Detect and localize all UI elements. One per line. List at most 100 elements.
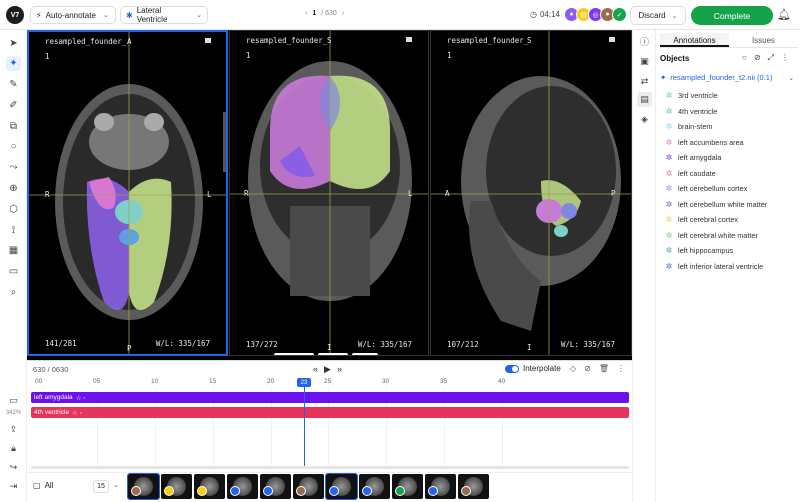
thumbnail[interactable] <box>458 474 489 499</box>
axial-pane[interactable]: resampled_founder_ 1 A P R L 141/281 W/L… <box>27 30 228 356</box>
auto-annotate-label: Auto-annotate <box>45 10 96 20</box>
list-item[interactable]: ✲ 3rd ventricle <box>664 88 798 104</box>
pen-icon[interactable]: ✎ <box>6 77 21 92</box>
list-item[interactable]: ✲ 4th ventricle <box>664 104 798 120</box>
class-icon: ✲ <box>665 230 673 240</box>
list-item[interactable]: ✲ left caudate <box>664 166 798 182</box>
orientation-right: L <box>207 190 212 199</box>
tab-issues[interactable]: Issues <box>729 33 798 47</box>
pane-menu-icon[interactable] <box>406 37 412 42</box>
thumbnail[interactable] <box>293 474 324 499</box>
list-item[interactable]: ✲ left amygdala <box>664 150 798 166</box>
cuboid-icon[interactable]: ⬡ <box>6 202 21 217</box>
thumbnail[interactable] <box>194 474 225 499</box>
brush-icon[interactable]: ✐ <box>6 98 21 113</box>
discard-button[interactable]: Discard ⌄ <box>630 6 686 25</box>
layers-panel-icon[interactable]: ▤ <box>637 92 652 107</box>
list-item[interactable]: ✲ left cerebral cortex <box>664 212 798 228</box>
file-node[interactable]: ✦ resampled_founder_t2.nii (0.1) ⌄ <box>660 73 794 82</box>
circle-icon[interactable]: ○ <box>742 53 747 63</box>
table-icon[interactable]: ▦ <box>6 243 21 258</box>
hide-icon[interactable]: ⊘ <box>754 53 761 63</box>
thumbnail[interactable] <box>359 474 390 499</box>
list-item[interactable]: ✲ left cerebral white matter <box>664 228 798 244</box>
keypoint-icon[interactable]: ⊕ <box>6 181 21 196</box>
filter-all[interactable]: ▢ All <box>33 481 53 490</box>
lock-icon[interactable]: 🔒︎ <box>0 443 27 454</box>
line-icon[interactable]: ⤳ <box>6 160 21 175</box>
item-count[interactable]: 15 <box>93 480 109 493</box>
list-item[interactable]: ✲ left hippocampus <box>664 243 798 259</box>
skeleton-icon[interactable]: ⟟ <box>6 223 21 238</box>
auto-annotate-dropdown[interactable]: ⚡ Auto-annotate ⌄ <box>30 6 116 24</box>
properties-icon[interactable]: ⇄ <box>637 74 652 89</box>
next-page-button[interactable]: › <box>342 10 344 17</box>
rewind-icon[interactable]: « <box>313 364 318 375</box>
toggle-switch[interactable] <box>505 364 519 373</box>
auto-annotate-tool-icon[interactable]: ✦ <box>6 56 21 71</box>
v7-logo[interactable]: V7 <box>6 6 24 24</box>
thumbnail[interactable] <box>325 473 358 500</box>
object-name: left cerebral white matter <box>678 230 758 240</box>
orientation-bottom: I <box>527 343 532 352</box>
play-icon[interactable]: ▶ <box>324 364 331 375</box>
pane-menu-icon[interactable] <box>205 38 211 43</box>
thumbnail[interactable] <box>392 474 423 499</box>
timeline[interactable]: 630 / 0630 « ▶ » Interpolate ◇ ⊘ 🗑︎ ⋮ 00… <box>27 360 632 472</box>
interpolate-toggle[interactable]: Interpolate <box>505 364 561 373</box>
polygon-icon[interactable]: ⧉ <box>6 119 21 134</box>
trash-icon[interactable]: 🗑︎ <box>599 364 609 373</box>
thumbnail[interactable] <box>227 474 258 499</box>
thumbnail[interactable] <box>425 474 456 499</box>
track-4th-ventricle[interactable]: 4th ventricle ☆ ◦ <box>31 407 629 418</box>
thumbnail[interactable] <box>260 474 291 499</box>
tab-annotations[interactable]: Annotations <box>660 33 729 47</box>
thumbnail[interactable] <box>127 473 160 500</box>
image-icon[interactable]: ▣ <box>637 54 652 69</box>
exit-icon[interactable]: ⇥ <box>0 481 27 492</box>
chevron-down-icon: ⌄ <box>196 12 202 19</box>
current-frame-badge[interactable]: 23 <box>297 378 311 387</box>
comment-icon[interactable]: ▭ <box>6 264 21 279</box>
chevron-down-icon[interactable]: ⌄ <box>113 481 119 489</box>
pane-menu-icon[interactable] <box>609 37 615 42</box>
comment-icon[interactable]: ▭ <box>0 395 27 406</box>
thumbnail[interactable] <box>161 474 192 499</box>
hide-icon[interactable]: ⊘ <box>584 364 591 373</box>
complete-button[interactable]: Complete <box>691 6 773 25</box>
prev-page-button[interactable]: ‹ <box>305 10 307 17</box>
bell-icon[interactable]: 🔔︎ <box>777 8 791 21</box>
coronal-pane[interactable]: resampled_founder_ 1 S I R L 137/272 W/L… <box>229 30 429 356</box>
redo-icon[interactable]: ↪ <box>0 462 27 473</box>
track-left-amygdala[interactable]: left amygdala ☆ ◦ <box>31 392 629 403</box>
sagittal-pane[interactable]: resampled_founder_ 1 S I A P 107/212 W/L… <box>430 30 632 356</box>
upload-icon[interactable]: ⇪ <box>0 424 27 435</box>
info-icon[interactable]: ⓘ <box>637 34 652 49</box>
avatar[interactable]: ✓ <box>612 7 627 22</box>
expand-icon[interactable]: ⤢ <box>768 53 774 63</box>
image-viewer[interactable]: resampled_founder_ 1 A P R L 141/281 W/L… <box>27 30 632 360</box>
list-item[interactable]: ✲ left accumbens area <box>664 135 798 151</box>
keyframe-icon[interactable]: ◇ <box>570 364 576 373</box>
ellipse-icon[interactable]: ○ <box>6 139 21 154</box>
list-item[interactable]: ✲ left cerebellum white matter <box>664 197 798 213</box>
object-name: left cerebellum white matter <box>678 199 768 209</box>
panel-tabs: Annotations Issues <box>660 33 798 48</box>
chevron-down-icon[interactable]: ⌄ <box>788 73 794 82</box>
cursor-icon[interactable]: ➤ <box>6 36 21 51</box>
class-icon: ✲ <box>665 215 673 225</box>
more-icon[interactable]: ⋮ <box>617 364 625 373</box>
window-level: W/L: 335/167 <box>155 339 210 348</box>
zoom-icon[interactable]: ⌕ <box>6 285 21 300</box>
window-level: W/L: 335/167 <box>357 340 412 349</box>
playhead[interactable] <box>304 378 305 466</box>
collaborator-avatars[interactable]: ● ▤ ◎ ● ✓ <box>564 7 627 22</box>
list-item[interactable]: ✲ brain-stem <box>664 119 798 135</box>
more-icon[interactable]: ⋮ <box>781 53 789 63</box>
class-dropdown[interactable]: ✱ Lateral Ventricle ⌄ <box>120 6 208 24</box>
stack-icon[interactable]: ◈ <box>637 112 652 127</box>
fast-forward-icon[interactable]: » <box>337 364 342 375</box>
list-item[interactable]: ✲ left cerebellum cortex <box>664 181 798 197</box>
timeline-scrollbar[interactable] <box>31 466 629 469</box>
list-item[interactable]: ✲ left inferior lateral ventricle <box>664 259 798 275</box>
